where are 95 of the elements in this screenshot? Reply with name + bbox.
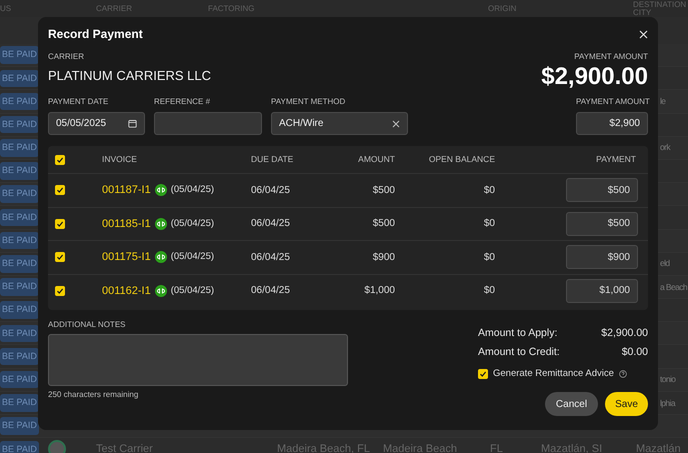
column-header: AMOUNT (357, 153, 395, 166)
balance-text: $0 (482, 217, 495, 232)
status-badge: BE PAID (0, 92, 39, 110)
status-badge: BE PAID (0, 116, 39, 134)
summary-label: Amount to Credit: (478, 345, 560, 360)
summary-value: $2,900.00 (601, 326, 648, 341)
qb-icon (154, 184, 167, 196)
carrier-name: Test Carrier (96, 443, 153, 453)
field-label: CARRIER (48, 51, 86, 63)
balance-text: $0 (482, 250, 495, 265)
calendar-icon[interactable] (128, 119, 137, 128)
close-icon[interactable] (638, 29, 648, 39)
char-count: 250 characters remaining (48, 389, 140, 401)
cancel-button[interactable]: Cancel (545, 392, 598, 416)
qb-icon (154, 284, 167, 297)
balance-text: $0 (482, 284, 495, 298)
destination-text: tonio (660, 373, 676, 386)
column-header: DUE DATE (251, 153, 294, 166)
help-icon[interactable] (618, 370, 627, 378)
status-badge: BE PAID (0, 278, 39, 296)
avatar (48, 440, 66, 453)
remittance-label: Generate Remittance Advice (493, 367, 614, 381)
invoice-link[interactable]: 001162-I1 (102, 282, 151, 299)
field-label: PAYMENT METHOD (271, 96, 346, 108)
payment-total: $2,900.00 (541, 63, 648, 91)
status-badge: BE PAID (0, 70, 39, 88)
summary-value: $0.00 (622, 345, 648, 360)
invoice-date: (05/04/25) (170, 284, 214, 298)
column-header: INVOICE (102, 153, 138, 166)
date-field[interactable]: 05/05/2025 (48, 112, 145, 135)
status-badge: BE PAID (0, 208, 39, 226)
dialog-title: Record Payment (48, 26, 143, 43)
qb-icon (154, 251, 167, 264)
clear-icon[interactable] (392, 120, 400, 128)
column-header: PAYMENT (595, 153, 637, 166)
save-button[interactable]: Save (605, 392, 648, 416)
invoice-link[interactable]: 001185-I1 (102, 216, 151, 232)
checkbox[interactable] (55, 286, 65, 296)
amount-text: $1,000 (363, 284, 395, 298)
notes-field[interactable] (48, 334, 348, 386)
carrier-name: PLATINUM CARRIERS LLC (48, 67, 212, 85)
column-header: OPEN BALANCE (428, 153, 495, 166)
invoice-date: (05/04/25) (170, 216, 214, 231)
qb-icon (154, 218, 167, 230)
amount-text: $500 (372, 184, 395, 198)
status-badge: BE PAID (0, 185, 39, 203)
status-badge: BE PAID (0, 232, 39, 250)
status-badge: BE PAID (0, 417, 39, 435)
payment-field[interactable]: $500 (566, 178, 638, 202)
status-badge: BE PAID (0, 255, 39, 273)
city-text: Madeira Beach (383, 443, 457, 453)
due-date: 06/04/25 (251, 217, 291, 232)
amount-text: $500 (372, 217, 395, 232)
reference-field[interactable] (154, 112, 262, 135)
field-label: PAYMENT DATE (48, 96, 110, 108)
status-badge: BE PAID (0, 348, 39, 366)
due-date: 06/04/25 (251, 250, 291, 265)
status-badge: BE PAID (0, 324, 39, 342)
invoice-date: (05/04/25) (170, 250, 214, 264)
status-badge: BE PAID (0, 394, 39, 412)
due-date: 06/04/25 (251, 284, 291, 298)
status-badge: BE PAID (0, 301, 39, 319)
checkbox[interactable] (478, 369, 488, 380)
status-badge: BE PAID (0, 46, 39, 64)
field-label: REFERENCE # (154, 96, 212, 108)
destination-text: a Beach (660, 280, 687, 294)
destination-text: le (660, 95, 666, 108)
checkbox[interactable] (55, 154, 65, 164)
checkbox[interactable] (55, 185, 65, 196)
invoice-link[interactable]: 001187-I1 (102, 182, 151, 198)
field-label: PAYMENT AMOUNT (576, 96, 648, 108)
balance-text: $0 (482, 184, 495, 198)
field-label: ADDITIONAL NOTES (48, 319, 126, 331)
invoice-link[interactable]: 001175-I1 (102, 249, 151, 266)
payment-field[interactable]: $500 (566, 212, 638, 236)
payment-field[interactable]: $1,000 (566, 278, 638, 303)
destination-text: Mazatlán (636, 443, 681, 453)
status-badge: BE PAID (0, 139, 39, 157)
destination-text: eld (660, 257, 670, 270)
amount-text: $900 (372, 250, 395, 265)
checkbox[interactable] (55, 218, 65, 229)
destination-text: lphia (660, 396, 675, 410)
due-date: 06/04/25 (251, 184, 291, 198)
invoice-date: (05/04/25) (170, 183, 214, 198)
payment-field[interactable]: $900 (566, 245, 638, 270)
payment-method-select[interactable]: ACH/Wire (271, 112, 408, 135)
state-text: FL (490, 443, 503, 453)
field-label: PAYMENT AMOUNT (574, 51, 648, 63)
summary-label: Amount to Apply: (478, 326, 558, 341)
status-badge: BE PAID (0, 440, 39, 453)
checkbox[interactable] (55, 252, 65, 262)
status-badge: BE PAID (0, 370, 39, 388)
amount-field[interactable]: $2,900 (576, 112, 648, 135)
status-badge: BE PAID (0, 162, 39, 180)
destination-text: ork (660, 141, 670, 154)
